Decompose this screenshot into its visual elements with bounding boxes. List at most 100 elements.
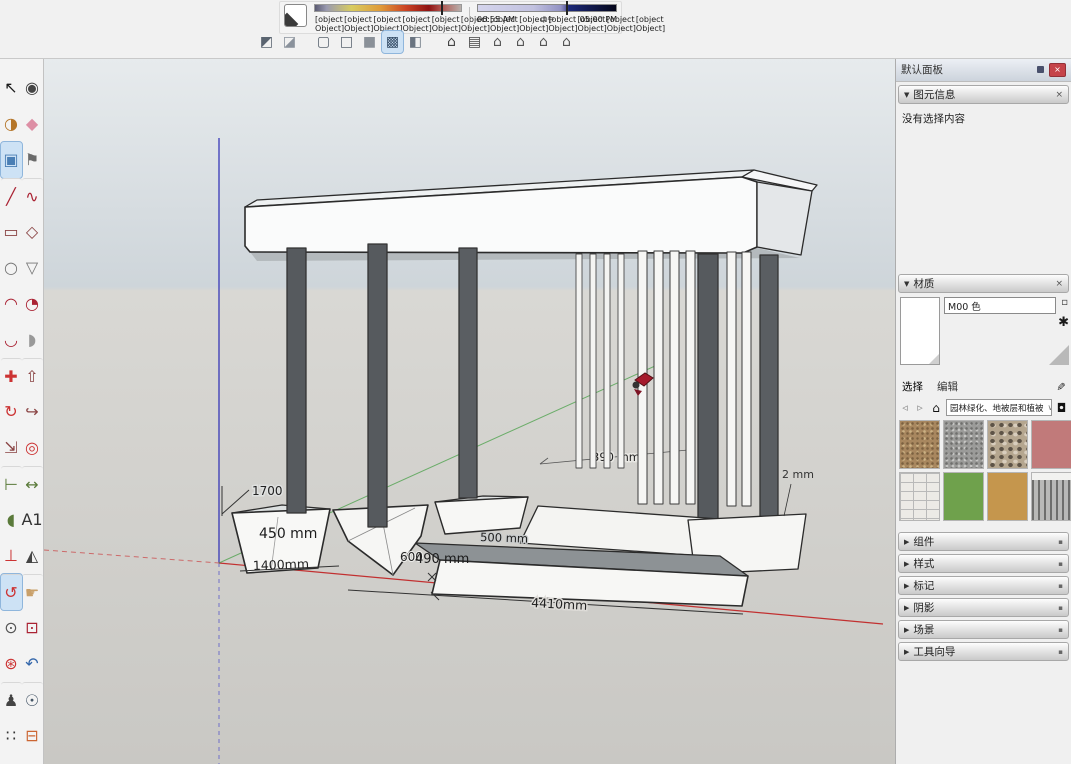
section-styles[interactable]: ▶ 样式 ▪ [898,554,1069,573]
time-gradient-track[interactable] [477,4,617,12]
dim-4410[interactable]: 4410mm [531,595,588,613]
forward-icon[interactable]: ▹ [914,401,926,414]
month-slider-thumb[interactable] [441,1,443,15]
column-right-front[interactable] [698,254,718,558]
two-point-arc-tool[interactable]: ◡ [1,322,22,358]
style-wireframe-button[interactable]: ▢ [313,31,334,53]
walk-tool[interactable]: ∷ [1,718,22,754]
pie-tool[interactable]: ◔ [22,286,43,322]
component-tool[interactable]: ▣ [1,142,22,178]
paint-bucket-tool[interactable]: ◑ [1,106,22,142]
panel-resize-corner[interactable] [1049,345,1069,365]
materials-header[interactable]: ▼ 材质 × [898,274,1069,293]
section-options-icon[interactable]: ▪ [1058,626,1063,634]
pan-tool[interactable]: ☛ [22,574,43,610]
swatch-pebbles[interactable] [987,420,1028,469]
3d-text-tool[interactable]: ◭ [22,538,43,574]
materials-close-icon[interactable]: × [1055,279,1063,289]
section-options-icon[interactable]: ▪ [1058,604,1063,612]
swatch-stone-tile[interactable] [899,472,940,521]
offset-tool[interactable]: ◎ [22,430,43,466]
section-tags[interactable]: ▶ 标记 ▪ [898,576,1069,595]
front-balusters[interactable] [638,251,751,506]
slab-right-face[interactable] [757,182,812,255]
tag-tool[interactable]: ⚑ [22,142,43,178]
swatch-metal-fence[interactable] [1031,472,1071,521]
section-options-icon[interactable]: ▪ [1058,648,1063,656]
footing-3-front[interactable] [435,497,528,534]
dim-390[interactable]: 390 mm [592,450,640,464]
style-shaded-button[interactable]: ■ [359,31,380,53]
select-tool[interactable]: ↖ [1,70,22,106]
modeling-canvas[interactable]: 390 mm [43,58,896,764]
shadow-month-slider[interactable]: [object Object][object Object][object Ob… [314,4,462,33]
tab-edit[interactable]: 编辑 [937,379,958,394]
column-left-1[interactable] [287,248,306,513]
shadow-settings-button[interactable] [284,4,307,27]
view-top-button[interactable]: ▤ [464,31,485,53]
entity-info-header[interactable]: ▼ 图元信息 × [898,85,1069,104]
in-model-icon[interactable]: ◘ [1055,401,1068,415]
shadow-time-slider[interactable]: 06:55 AM 中午 05:00 PM [477,4,617,25]
section-shadows[interactable]: ▶ 阴影 ▪ [898,598,1069,617]
polygon-tool[interactable]: ▽ [22,250,43,286]
column-left-2[interactable] [368,244,387,527]
time-slider-thumb[interactable] [566,1,568,15]
dim-450[interactable]: 450 mm [259,526,317,542]
section-plane-tool[interactable]: ⊟ [22,718,43,754]
swatch-grass-green[interactable] [943,472,984,521]
arc-tool[interactable]: ◠ [1,286,22,322]
view-iso-button[interactable]: ⌂ [441,31,462,53]
style-back-edges-button[interactable]: ◪ [279,31,300,53]
swatch-gravel-gray[interactable] [943,420,984,469]
style-monochrome-button[interactable]: ◧ [405,31,426,53]
line-tool[interactable]: ╱ [1,178,22,214]
tray-close-button[interactable]: × [1049,63,1066,77]
style-hidden-line-button[interactable]: □ [336,31,357,53]
circle-tool[interactable]: ○ [1,250,22,286]
rotated-rectangle-tool[interactable]: ◇ [22,214,43,250]
swatch-sand-tan[interactable] [987,472,1028,521]
column-right-rear[interactable] [760,255,778,520]
home-icon[interactable]: ⌂ [929,401,943,415]
position-camera-tool[interactable]: ♟ [1,682,22,718]
dim-500[interactable]: 500 mm [480,530,528,546]
style-shaded-textures-button[interactable]: ▩ [382,31,403,53]
dimension-tool[interactable]: ↔ [22,466,43,502]
material-name-field[interactable]: M00 色 [944,297,1056,314]
dim-2mm[interactable]: 2 mm [782,468,814,481]
create-material-icon[interactable]: ✱ [1058,315,1069,330]
rotate-tool[interactable]: ↻ [1,394,22,430]
push-pull-tool[interactable]: ⇧ [22,358,43,394]
tape-measure-tool[interactable]: ⊢ [1,466,22,502]
section-scenes[interactable]: ▶ 场景 ▪ [898,620,1069,639]
pergola-model[interactable]: 390 mm [232,170,817,606]
view-right-button[interactable]: ⌂ [510,31,531,53]
model-viewport[interactable]: 390 mm [43,58,896,764]
section-options-icon[interactable]: ▪ [1058,538,1063,546]
section-options-icon[interactable]: ▪ [1058,560,1063,568]
dim-1400[interactable]: 1400mm [253,556,310,573]
dim-490[interactable]: 490 mm [415,552,469,567]
swatch-clay-rose[interactable] [1031,420,1071,469]
tray-title-bar[interactable]: 默认面板 × [896,58,1071,82]
tab-select[interactable]: 选择 [902,379,923,394]
freehand-tool[interactable]: ∿ [22,178,43,214]
rectangle-tool[interactable]: ▭ [1,214,22,250]
dim-1700[interactable]: 1700 [252,484,283,498]
view-back-button[interactable]: ⌂ [533,31,554,53]
view-front-button[interactable]: ⌂ [487,31,508,53]
section-instructor[interactable]: ▶ 工具向导 ▪ [898,642,1069,661]
previous-view-tool[interactable]: ↶ [22,646,43,682]
protractor-tool[interactable]: ◖ [1,502,22,538]
text-tool[interactable]: A1 [22,502,43,538]
swatch-gravel-brown[interactable] [899,420,940,469]
style-xray-button[interactable]: ◩ [256,31,277,53]
three-point-arc-tool[interactable]: ◗ [22,322,43,358]
material-preview[interactable] [900,297,940,365]
scale-tool[interactable]: ⇲ [1,430,22,466]
column-left-3[interactable] [459,248,477,498]
view-left-button[interactable]: ⌂ [556,31,577,53]
follow-me-tool[interactable]: ↪ [22,394,43,430]
collection-dropdown[interactable]: 园林绿化、地被层和植被 ∨ [946,399,1052,416]
